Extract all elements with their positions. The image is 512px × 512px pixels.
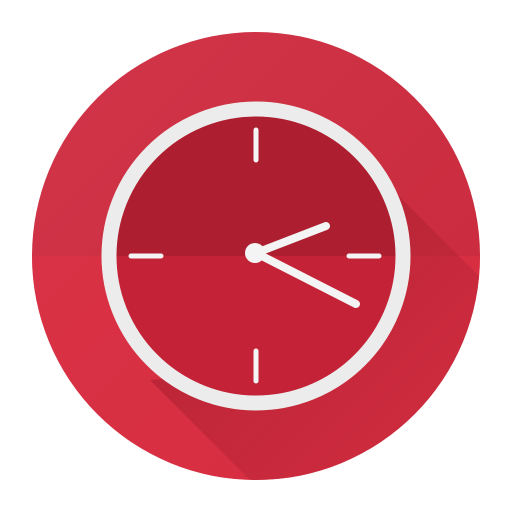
center-pin (245, 243, 265, 263)
clock-app-icon (32, 32, 480, 480)
app-icon-canvas (0, 0, 512, 512)
